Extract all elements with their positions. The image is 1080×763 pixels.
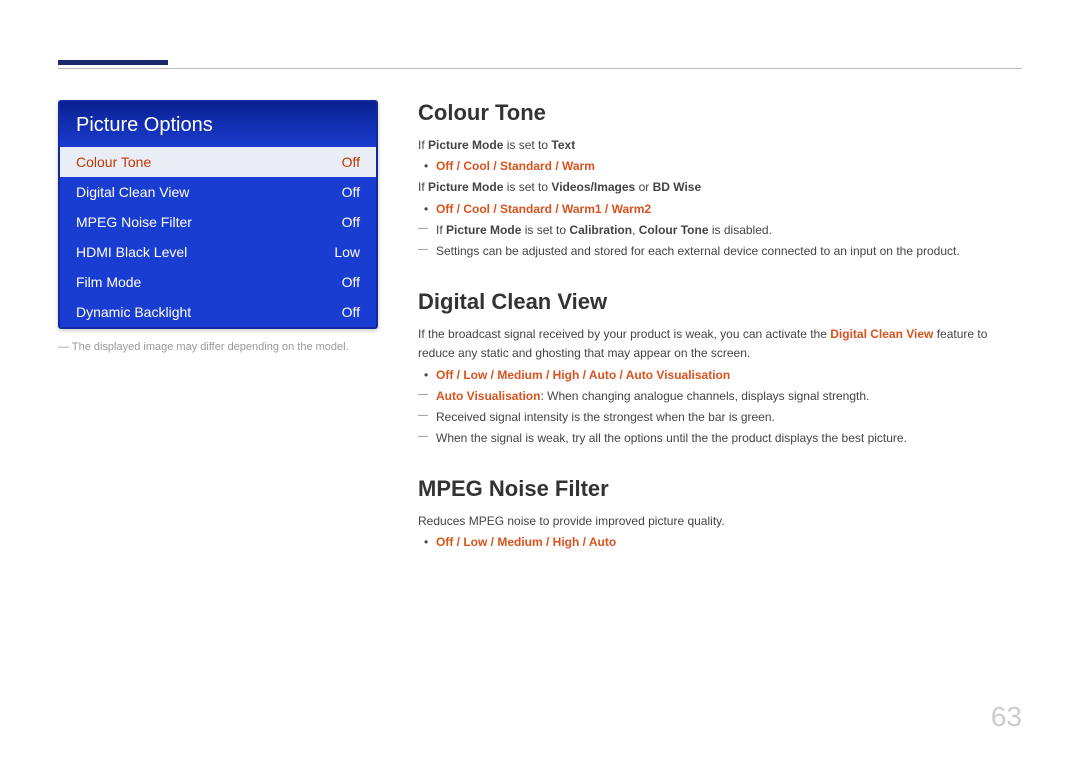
menu-title: Picture Options [60, 102, 376, 147]
menu-item-value: Off [342, 214, 360, 230]
right-column: Colour Tone If Picture Mode is set to Te… [418, 100, 1022, 581]
menu-item-colour-tone[interactable]: Colour Tone Off [60, 147, 376, 177]
menu-footnote-text: The displayed image may differ depending… [72, 341, 349, 353]
option-list: Off / Cool / Standard / Warm [418, 157, 1022, 176]
menu-footnote: ― The displayed image may differ dependi… [58, 341, 378, 353]
note-line: Settings can be adjusted and stored for … [418, 242, 1022, 261]
page-content: Picture Options Colour Tone Off Digital … [58, 100, 1022, 581]
picture-options-menu: Picture Options Colour Tone Off Digital … [58, 100, 378, 329]
menu-item-film-mode[interactable]: Film Mode Off [60, 267, 376, 297]
menu-item-label: MPEG Noise Filter [76, 214, 192, 230]
menu-item-hdmi-black-level[interactable]: HDMI Black Level Low [60, 237, 376, 267]
menu-item-value: Off [342, 274, 360, 290]
text-line: Reduces MPEG noise to provide improved p… [418, 512, 1022, 531]
menu-item-value: Off [342, 154, 360, 170]
text-line: If the broadcast signal received by your… [418, 325, 1022, 363]
header-accent [58, 60, 168, 65]
note-line: When the signal is weak, try all the opt… [418, 429, 1022, 448]
menu-item-label: Dynamic Backlight [76, 304, 191, 320]
section-mpeg-noise-filter: MPEG Noise Filter Reduces MPEG noise to … [418, 476, 1022, 552]
section-digital-clean-view: Digital Clean View If the broadcast sign… [418, 289, 1022, 448]
menu-item-value: Off [342, 304, 360, 320]
menu-item-value: Off [342, 184, 360, 200]
header-divider [58, 68, 1022, 69]
menu-item-dynamic-backlight[interactable]: Dynamic Backlight Off [60, 297, 376, 327]
text-line: If Picture Mode is set to Text [418, 136, 1022, 155]
menu-item-label: Film Mode [76, 274, 141, 290]
option-list: Off / Low / Medium / High / Auto [418, 533, 1022, 552]
note-line: Auto Visualisation: When changing analog… [418, 387, 1022, 406]
option-list: Off / Low / Medium / High / Auto / Auto … [418, 366, 1022, 385]
menu-item-mpeg-noise-filter[interactable]: MPEG Noise Filter Off [60, 207, 376, 237]
left-column: Picture Options Colour Tone Off Digital … [58, 100, 418, 581]
page-number: 63 [991, 701, 1022, 733]
option-list: Off / Cool / Standard / Warm1 / Warm2 [418, 200, 1022, 219]
menu-item-label: HDMI Black Level [76, 244, 187, 260]
menu-item-label: Colour Tone [76, 154, 151, 170]
section-heading: Digital Clean View [418, 289, 1022, 315]
section-colour-tone: Colour Tone If Picture Mode is set to Te… [418, 100, 1022, 261]
menu-item-digital-clean-view[interactable]: Digital Clean View Off [60, 177, 376, 207]
note-line: Received signal intensity is the stronge… [418, 408, 1022, 427]
menu-item-label: Digital Clean View [76, 184, 189, 200]
section-heading: MPEG Noise Filter [418, 476, 1022, 502]
section-heading: Colour Tone [418, 100, 1022, 126]
text-line: If Picture Mode is set to Videos/Images … [418, 178, 1022, 197]
menu-item-value: Low [334, 244, 360, 260]
note-line: If Picture Mode is set to Calibration, C… [418, 221, 1022, 240]
